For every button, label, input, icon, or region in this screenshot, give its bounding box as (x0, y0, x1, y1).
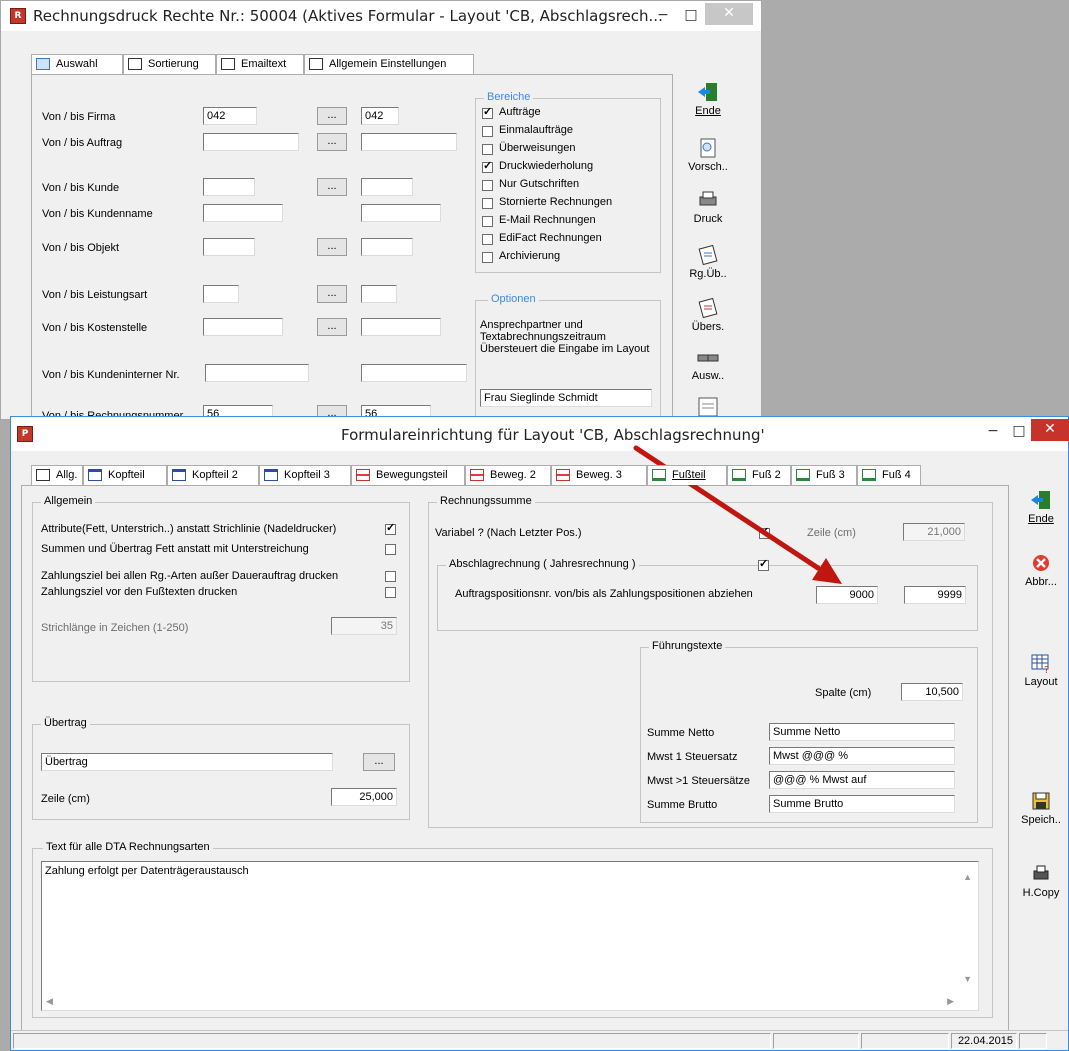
magnifier-icon (36, 58, 50, 70)
footer-icon (652, 469, 666, 481)
tab-auswahl[interactable]: Auswahl (31, 54, 123, 74)
annotation-arrow (633, 445, 842, 584)
annotation-arrowhead (812, 558, 842, 584)
tab-fussteil[interactable]: Fußteil (647, 465, 727, 485)
